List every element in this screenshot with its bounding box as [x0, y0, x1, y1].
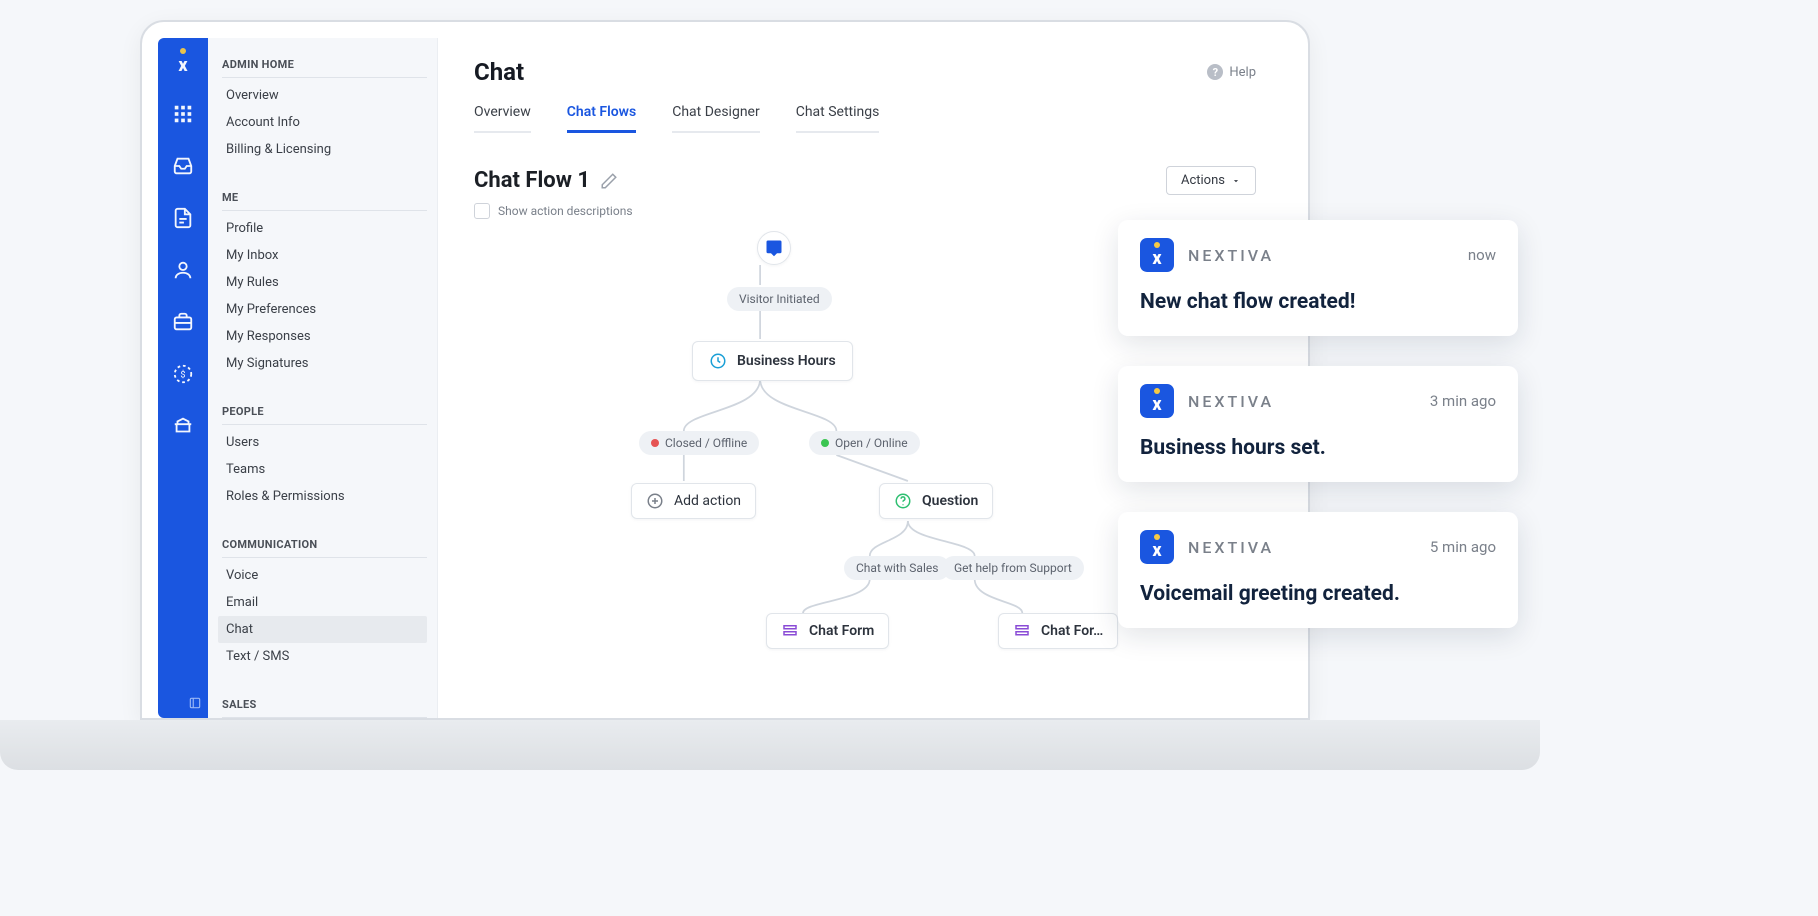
sidebar-item-account-info[interactable]: Account Info: [218, 109, 427, 136]
brand-logo-icon: x: [1140, 384, 1174, 418]
icon-rail: x $: [158, 38, 208, 718]
briefcase-icon[interactable]: [169, 308, 197, 336]
sidebar-item-my-inbox[interactable]: My Inbox: [218, 242, 427, 269]
node-label: Question: [922, 493, 978, 509]
branch-get-help-support[interactable]: Get help from Support: [942, 556, 1084, 580]
node-label: Business Hours: [737, 353, 836, 369]
toast-time: 3 min ago: [1430, 392, 1496, 410]
billing-icon[interactable]: $: [169, 360, 197, 388]
toast-notification[interactable]: x NEXTIVA 5 min ago Voicemail greeting c…: [1118, 512, 1518, 628]
start-node-icon[interactable]: [757, 231, 791, 265]
user-icon[interactable]: [169, 256, 197, 284]
sidebar-item-roles-permissions[interactable]: Roles & Permissions: [218, 483, 427, 510]
question-circle-icon: [894, 492, 912, 510]
edit-icon[interactable]: [600, 172, 618, 190]
toast-message: Business hours set.: [1140, 436, 1496, 460]
tab-chat-settings[interactable]: Chat Settings: [796, 104, 880, 133]
help-icon: ?: [1207, 64, 1223, 80]
actions-button[interactable]: Actions: [1166, 166, 1256, 195]
sidebar-item-teams[interactable]: Teams: [218, 456, 427, 483]
node-add-action[interactable]: Add action: [631, 483, 756, 519]
sidebar-item-my-responses[interactable]: My Responses: [218, 323, 427, 350]
sidebar-item-voice[interactable]: Voice: [218, 562, 427, 589]
flow-title: Chat Flow 1: [474, 168, 590, 193]
tabs: Overview Chat Flows Chat Designer Chat S…: [474, 104, 1256, 134]
show-descriptions-checkbox[interactable]: [474, 203, 490, 219]
status-dot-green-icon: [821, 439, 829, 447]
toast-notification[interactable]: x NEXTIVA now New chat flow created!: [1118, 220, 1518, 336]
sidebar-item-billing-licensing[interactable]: Billing & Licensing: [218, 136, 427, 163]
branch-label: Closed / Offline: [665, 436, 747, 450]
branch-label: Chat with Sales: [856, 561, 938, 575]
brand-logo-icon: x: [1140, 238, 1174, 272]
laptop-base: [0, 720, 1540, 770]
form-icon: [1013, 622, 1031, 640]
form-icon: [781, 622, 799, 640]
integrations-icon[interactable]: [169, 412, 197, 440]
sidebar-item-overview[interactable]: Overview: [218, 82, 427, 109]
tab-chat-flows[interactable]: Chat Flows: [567, 104, 636, 133]
toast-message: Voicemail greeting created.: [1140, 582, 1496, 606]
branch-closed-offline[interactable]: Closed / Offline: [639, 431, 759, 455]
help-link[interactable]: ? Help: [1207, 64, 1256, 80]
tab-overview[interactable]: Overview: [474, 104, 531, 133]
sidebar-item-my-rules[interactable]: My Rules: [218, 269, 427, 296]
toast-time: now: [1468, 246, 1496, 264]
toast-time: 5 min ago: [1430, 538, 1496, 556]
toast-message: New chat flow created!: [1140, 290, 1496, 314]
sidebar-section-people: PEOPLE: [222, 401, 427, 422]
node-label: Chat For…: [1041, 623, 1103, 639]
sidebar-item-my-preferences[interactable]: My Preferences: [218, 296, 427, 323]
sidebar-item-my-signatures[interactable]: My Signatures: [218, 350, 427, 377]
toast-brand: NEXTIVA: [1188, 538, 1274, 557]
brand-logo-icon: x: [1140, 530, 1174, 564]
brand-logo-icon[interactable]: x: [169, 48, 197, 76]
toast-notification[interactable]: x NEXTIVA 3 min ago Business hours set.: [1118, 366, 1518, 482]
toast-brand: NEXTIVA: [1188, 392, 1274, 411]
apps-grid-icon[interactable]: [169, 100, 197, 128]
node-visitor-initiated[interactable]: Visitor Initiated: [727, 287, 832, 311]
node-label: Add action: [674, 493, 741, 509]
sidebar-item-chat[interactable]: Chat: [218, 616, 427, 643]
branch-label: Open / Online: [835, 436, 908, 450]
status-dot-red-icon: [651, 439, 659, 447]
actions-button-label: Actions: [1181, 173, 1225, 188]
caret-down-icon: [1231, 176, 1241, 186]
node-chat-form-left[interactable]: Chat Form: [766, 613, 889, 649]
node-chat-form-right[interactable]: Chat For…: [998, 613, 1118, 649]
inbox-icon[interactable]: [169, 152, 197, 180]
sidebar-item-email[interactable]: Email: [218, 589, 427, 616]
plus-circle-icon: [646, 492, 664, 510]
branch-label: Get help from Support: [954, 561, 1072, 575]
node-label: Visitor Initiated: [739, 292, 820, 306]
sidebar-item-users[interactable]: Users: [218, 429, 427, 456]
document-icon[interactable]: [169, 204, 197, 232]
tab-chat-designer[interactable]: Chat Designer: [672, 104, 760, 133]
sidebar-section-admin-home: ADMIN HOME: [222, 54, 427, 75]
node-business-hours[interactable]: Business Hours: [692, 341, 853, 381]
branch-open-online[interactable]: Open / Online: [809, 431, 920, 455]
sidebar-section-communication: COMMUNICATION: [222, 534, 427, 555]
clock-icon: [709, 352, 727, 370]
sidebar-item-text-sms[interactable]: Text / SMS: [218, 643, 427, 670]
show-descriptions-label: Show action descriptions: [498, 204, 633, 218]
sidebar-item-profile[interactable]: Profile: [218, 215, 427, 242]
branch-chat-with-sales[interactable]: Chat with Sales: [844, 556, 950, 580]
side-nav: ADMIN HOME Overview Account Info Billing…: [208, 38, 438, 718]
node-question[interactable]: Question: [879, 483, 993, 519]
toast-stack: x NEXTIVA now New chat flow created! x N…: [1118, 220, 1518, 628]
svg-text:$: $: [180, 370, 185, 381]
page-title: Chat: [474, 58, 524, 86]
sidebar-section-sales: SALES: [222, 694, 427, 715]
node-label: Chat Form: [809, 623, 874, 639]
toast-brand: NEXTIVA: [1188, 246, 1274, 265]
collapse-icon[interactable]: [188, 696, 202, 710]
sidebar-section-me: ME: [222, 187, 427, 208]
help-label: Help: [1229, 65, 1256, 80]
